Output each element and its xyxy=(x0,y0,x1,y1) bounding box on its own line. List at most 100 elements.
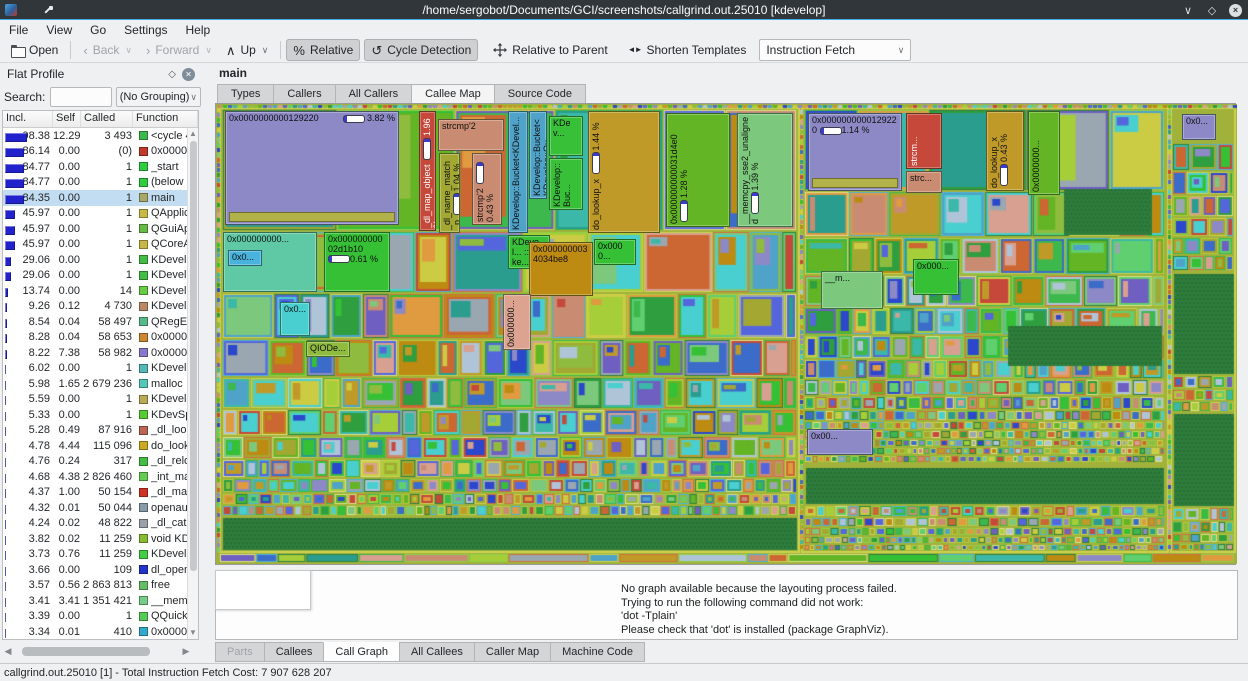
table-row[interactable]: 3.730.7611 259KDevelop::c xyxy=(3,547,187,563)
open-button[interactable]: Open xyxy=(4,39,65,61)
grouping-select[interactable]: (No Grouping) ∨ xyxy=(116,87,201,107)
up-button[interactable]: ∧ Up∨ xyxy=(219,39,275,61)
treemap-node[interactable]: KDevelop::Bucket<KDevel... xyxy=(508,111,528,233)
treemap-node[interactable]: do_lookup_x 0.43 % xyxy=(986,111,1024,191)
scroll-down-icon[interactable]: ▼ xyxy=(188,627,198,639)
menu-view[interactable]: View xyxy=(37,23,81,37)
treemap-node[interactable]: strc... xyxy=(906,171,942,193)
table-row[interactable]: 29.060.001KDevelop::C xyxy=(3,268,187,284)
event-type-select[interactable]: Instruction Fetch ∨ xyxy=(759,39,911,61)
scroll-left-icon[interactable]: ◀ xyxy=(2,646,14,657)
table-row[interactable]: 8.227.3858 9820x0000000000 xyxy=(3,345,187,361)
graph-overview-box[interactable] xyxy=(215,570,311,610)
table-row[interactable]: 3.340.014100x0000000000 xyxy=(3,624,187,639)
tab-callers[interactable]: Callers xyxy=(273,84,334,104)
search-input[interactable] xyxy=(50,87,111,107)
treemap-node[interactable]: strcm... xyxy=(906,113,942,169)
close-button[interactable]: × xyxy=(1229,4,1242,17)
treemap-node[interactable]: 0x0... xyxy=(1182,114,1216,140)
treemap-node[interactable]: strcmp'2 xyxy=(438,119,504,151)
tab-source-code[interactable]: Source Code xyxy=(494,84,586,104)
tab-all-callers[interactable]: All Callers xyxy=(335,84,412,104)
menu-go[interactable]: Go xyxy=(81,23,115,37)
treemap-node[interactable]: 0x0000000... xyxy=(1028,111,1060,195)
table-row[interactable]: 4.784.44115 096do_lookup_ xyxy=(3,438,187,454)
treemap-node[interactable]: 0x000000... xyxy=(503,294,531,350)
table-row[interactable]: 3.820.0211 259void KDevel xyxy=(3,531,187,547)
tab-all-callees[interactable]: All Callees xyxy=(399,642,474,662)
treemap-node[interactable]: 0x000... xyxy=(913,259,959,295)
table-row[interactable]: 4.760.24317_dl_relocate xyxy=(3,454,187,470)
table-row[interactable]: 3.413.411 351 421__memcpy_ xyxy=(3,593,187,609)
treemap-node[interactable]: 0x00... xyxy=(807,429,873,455)
float-icon[interactable]: ◇ xyxy=(168,69,176,80)
minimize-button[interactable]: ∨ xyxy=(1181,3,1195,17)
table-row[interactable]: 5.280.4987 916_dl_lookup_ xyxy=(3,423,187,439)
table-row[interactable]: 45.970.001QApplication xyxy=(3,206,187,222)
treemap-node[interactable]: 0x0... xyxy=(228,250,262,266)
table-row[interactable]: 86.140.00(0)0x0000000000 xyxy=(3,144,187,160)
table-row[interactable]: 4.371.0050 154_dl_map_ob xyxy=(3,485,187,501)
table-row[interactable]: 4.320.0150 044openaux xyxy=(3,500,187,516)
table-row[interactable]: 3.570.562 863 813free xyxy=(3,578,187,594)
table-row[interactable]: 4.240.0248 822_dl_catch_e xyxy=(3,516,187,532)
table-row[interactable]: 84.770.001(below main) xyxy=(3,175,187,191)
vertical-scrollbar[interactable]: ▲ ▼ xyxy=(187,128,198,639)
treemap-node[interactable]: do_lookup_x 1.44 % xyxy=(588,111,660,233)
menu-settings[interactable]: Settings xyxy=(115,23,176,37)
menu-file[interactable]: File xyxy=(0,23,37,37)
table-row[interactable]: 5.330.001KDevSplash xyxy=(3,407,187,423)
table-row[interactable]: 6.020.001KDevelop::C xyxy=(3,361,187,377)
treemap-node[interactable]: _dl_name_match_p 1.04 % xyxy=(439,153,460,233)
treemap-node[interactable]: 0x0000000034034be8 xyxy=(529,242,593,296)
tab-callees[interactable]: Callees xyxy=(264,642,324,662)
shorten-templates-toggle[interactable]: ◄► Shorten Templates xyxy=(621,39,754,61)
treemap-node[interactable]: __memcpy_sse2_unaligned 1.39 % xyxy=(737,113,793,227)
table-row[interactable]: 9.260.124 730KDevelop::P xyxy=(3,299,187,315)
treemap-node[interactable]: _dl_map_object 1.96 % xyxy=(419,111,436,231)
scroll-up-icon[interactable]: ▲ xyxy=(188,128,198,140)
treemap-node[interactable]: 0x0000000000129220 1.14 % xyxy=(808,113,902,191)
table-row[interactable]: 29.060.001KDevelop::C xyxy=(3,252,187,268)
tab-machine-code[interactable]: Machine Code xyxy=(550,642,645,662)
table-row[interactable]: 84.770.001_start xyxy=(3,159,187,175)
treemap-node[interactable]: 0x0... xyxy=(280,302,310,336)
menu-help[interactable]: Help xyxy=(177,23,220,37)
table-header[interactable]: Incl. Self Called Function xyxy=(3,111,198,128)
table-row[interactable]: 84.350.001main xyxy=(3,190,187,206)
back-button[interactable]: ‹ Back∨ xyxy=(76,39,139,61)
treemap-node[interactable]: 0x000000000031d4e0 1.28 % xyxy=(666,113,730,227)
treemap-node[interactable]: __m... xyxy=(821,271,883,309)
dock-close-icon[interactable]: ✕ xyxy=(182,68,195,81)
treemap-node[interactable]: KDevelop::Buc... xyxy=(549,158,583,210)
relative-toggle[interactable]: % Relative xyxy=(286,39,360,61)
table-row[interactable]: 4.684.382 826 460_int_malloc xyxy=(3,469,187,485)
treemap-node[interactable]: strcmp'2 0.43 % xyxy=(472,153,502,225)
table-row[interactable]: 3.390.001QQuickView xyxy=(3,609,187,625)
table-row[interactable]: 5.981.652 679 236malloc xyxy=(3,376,187,392)
relative-to-parent-toggle[interactable]: Relative to Parent xyxy=(486,39,614,61)
maximize-button[interactable]: ◇ xyxy=(1205,3,1219,17)
treemap-node[interactable]: QIODe... xyxy=(306,341,350,357)
scroll-right-icon[interactable]: ▶ xyxy=(180,646,192,657)
tab-callee-map[interactable]: Callee Map xyxy=(411,84,494,104)
table-row[interactable]: 45.970.001QCoreApplic xyxy=(3,237,187,253)
table-row[interactable]: 45.970.001QGuiApplicat xyxy=(3,221,187,237)
treemap-node[interactable]: KDev... xyxy=(549,116,583,156)
tab-parts[interactable]: Parts xyxy=(215,642,264,662)
cycle-detection-toggle[interactable]: ↺ Cycle Detection xyxy=(364,39,478,61)
treemap-node[interactable]: 0x00000000001292203.82 % xyxy=(225,111,399,225)
treemap-node[interactable]: 0x0000... xyxy=(594,239,636,265)
table-row[interactable]: 5.590.001KDevelop::S xyxy=(3,392,187,408)
table-row[interactable]: 98.3812.293 493<cycle 42> xyxy=(3,128,187,144)
table-row[interactable]: 13.740.0014KDevelop::P xyxy=(3,283,187,299)
tab-caller-map[interactable]: Caller Map xyxy=(474,642,550,662)
treemap-node[interactable]: 0x00000000002d1b10 0.61 % xyxy=(324,232,390,292)
horizontal-scrollbar[interactable]: ◀ ▶ xyxy=(2,644,192,658)
tab-call-graph[interactable]: Call Graph xyxy=(323,642,399,662)
table-row[interactable]: 3.660.00109dl_open_wo xyxy=(3,562,187,578)
forward-button[interactable]: › Forward∨ xyxy=(139,39,219,61)
tab-types[interactable]: Types xyxy=(217,84,273,104)
table-row[interactable]: 8.540.0458 497QRegExp::in xyxy=(3,314,187,330)
treemap-node[interactable]: KDevelop::Bucket<KDevelop::Qu... xyxy=(529,111,547,199)
